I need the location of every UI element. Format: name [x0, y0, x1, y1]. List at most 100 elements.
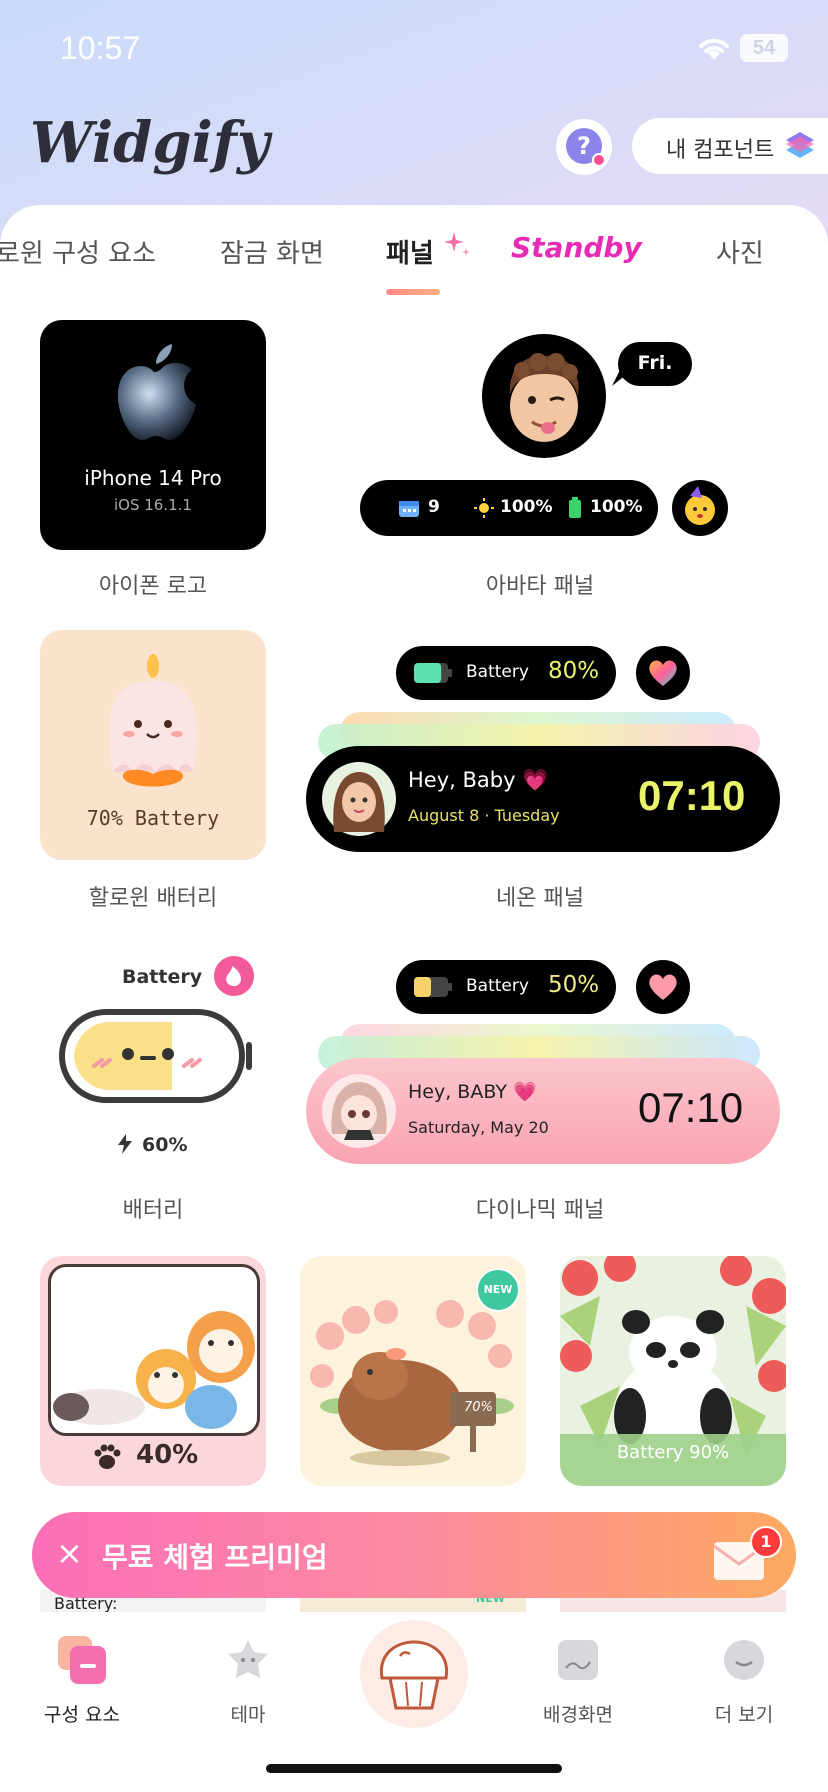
tab-panel[interactable]: 패널: [386, 233, 434, 270]
new-badge: NEW: [476, 1268, 520, 1312]
tab-standby[interactable]: Standby: [511, 231, 642, 264]
sparkle-icon: [444, 232, 470, 256]
widget-caption: 네온 패널: [496, 886, 584, 911]
layers-icon: [786, 132, 814, 158]
cat-battery-widget[interactable]: 40%: [40, 1256, 266, 1486]
neon-panel-widget[interactable]: Hey, Baby 💗 August 8 · Tuesday 07:10: [306, 746, 780, 852]
battery-graphic-icon: [59, 1009, 252, 1103]
dynamic-panel-widget[interactable]: Hey, BABY 💗 Saturday, May 20 07:10: [306, 1058, 780, 1164]
paw-icon: [94, 1444, 121, 1469]
components-icon: [58, 1636, 106, 1684]
active-tab-indicator: [386, 289, 440, 295]
nav-components[interactable]: 구성 요소: [22, 1634, 142, 1744]
close-icon[interactable]: ×: [56, 1534, 83, 1572]
heart-circle[interactable]: [636, 646, 690, 700]
nav-wallpaper-label: 배경화면: [543, 1704, 613, 1726]
tab-lock-screen[interactable]: 잠금 화면: [220, 233, 324, 270]
emoji-circle[interactable]: [672, 480, 728, 536]
halloween-battery-widget[interactable]: 70% Battery: [40, 630, 266, 860]
iphone-model: iPhone 14 Pro: [84, 466, 222, 490]
dynamic-greeting: Hey, BABY 💗: [408, 1080, 537, 1103]
notification-dot: [592, 153, 606, 167]
tab-photo[interactable]: 사진: [716, 233, 764, 270]
dynamic-battery-value: 50%: [548, 972, 600, 998]
battery-widget[interactable]: Battery 60%: [52, 950, 262, 1156]
wallpaper-icon: [558, 1640, 598, 1680]
more-face-icon: [724, 1640, 764, 1680]
status-time: 10:57: [60, 30, 141, 66]
heart-circle[interactable]: [636, 960, 690, 1014]
battery-widget-percent: 60%: [142, 1134, 188, 1156]
premium-trial-banner[interactable]: × 무료 체험 프리미엄 1: [32, 1512, 796, 1598]
widget-caption: 배터리: [122, 1198, 184, 1223]
capybara-battery-widget[interactable]: 70% NEW: [300, 1256, 526, 1486]
wifi-icon: [699, 38, 729, 60]
battery-bar-icon: [414, 663, 452, 683]
calendar-icon: [399, 501, 419, 517]
avatar-circle[interactable]: [482, 334, 606, 458]
ios-version: iOS 16.1.1: [114, 496, 192, 514]
cat-battery-percent: 40%: [136, 1440, 199, 1470]
status-bar: 10:57 54: [0, 0, 828, 100]
heart-emoji-icon: 💗: [522, 768, 549, 792]
premium-trial-text: 무료 체험 프리미엄: [102, 1541, 328, 1574]
iphone-logo-widget[interactable]: iPhone 14 Pro iOS 16.1.1: [40, 320, 266, 550]
neon-time: 07:10: [638, 772, 746, 819]
app-title: Widgify: [30, 110, 270, 176]
neon-date: August 8 · Tuesday: [408, 806, 560, 825]
cupcake-icon: [379, 1640, 449, 1710]
nav-more-label: 더 보기: [714, 1704, 774, 1726]
nav-theme[interactable]: 테마: [188, 1634, 308, 1744]
battery-widget-label: Battery: [122, 966, 203, 988]
speech-tail: [612, 370, 632, 386]
neon-greeting-text: Hey, Baby: [408, 768, 516, 792]
widget-caption: 할로윈 배터리: [88, 886, 218, 911]
battery-icon: [569, 497, 581, 518]
panda-battery-widget[interactable]: Battery 90%: [560, 1256, 786, 1486]
neon-greeting: Hey, Baby 💗: [408, 768, 548, 793]
nav-center-button[interactable]: [360, 1620, 468, 1728]
apple-logo-icon: [117, 344, 196, 440]
heart-icon: [649, 660, 677, 686]
heart-icon: [649, 974, 677, 1000]
memoji-avatar-icon: [509, 353, 579, 442]
chibi-avatar: [322, 1074, 396, 1148]
panda-battery-text: Battery 90%: [616, 1442, 730, 1463]
calendar-value: 9: [428, 497, 440, 517]
battery-indicator: 54: [740, 34, 788, 62]
capybara-sign-text: 70%: [464, 1400, 493, 1415]
tab-halloween[interactable]: 로윈 구성 요소: [0, 233, 156, 270]
girl-avatar: [322, 762, 396, 836]
widget-caption: 다이나믹 패널: [475, 1198, 605, 1223]
neon-battery-value: 80%: [548, 658, 600, 684]
nav-theme-label: 테마: [230, 1704, 266, 1726]
mail-badge: 1: [750, 1526, 782, 1558]
girl-avatar-icon: [333, 772, 385, 832]
nav-more[interactable]: 더 보기: [684, 1634, 804, 1744]
heart-emoji-icon: 💗: [512, 1081, 537, 1103]
my-components-label: 내 컴포넌트: [666, 138, 775, 163]
chibi-avatar-icon: [331, 1082, 387, 1140]
flame-icon: [226, 966, 241, 986]
bolt-icon: [118, 1134, 132, 1154]
nav-components-label: 구성 요소: [44, 1704, 120, 1726]
halloween-battery-text: 70% Battery: [86, 806, 220, 830]
nav-wallpaper[interactable]: 배경화면: [518, 1634, 638, 1744]
help-button[interactable]: ?: [556, 119, 612, 175]
widget-caption: 아이폰 로고: [98, 574, 208, 599]
neon-battery-pill[interactable]: Battery 80%: [396, 646, 616, 700]
star-face-icon: [228, 1640, 268, 1678]
battery-bar-icon: [414, 977, 452, 997]
dynamic-time: 07:10: [638, 1084, 744, 1131]
my-components-button[interactable]: 내 컴포넌트: [632, 118, 828, 174]
weather-value: 100%: [500, 497, 553, 517]
dynamic-greeting-text: Hey, BABY: [408, 1081, 507, 1103]
category-tabs: 로윈 구성 요소 잠금 화면 패널 Standby 사진: [0, 231, 828, 293]
home-indicator: [266, 1764, 562, 1773]
cat-scene: [48, 1264, 260, 1436]
dynamic-battery-pill[interactable]: Battery 50%: [396, 960, 616, 1014]
widget-caption: 아바타 패널: [485, 574, 595, 599]
cats-illustration-icon: [53, 1311, 255, 1429]
flame-badge: [214, 956, 254, 996]
avatar-info-pill[interactable]: 9 100% 100%: [360, 480, 658, 536]
